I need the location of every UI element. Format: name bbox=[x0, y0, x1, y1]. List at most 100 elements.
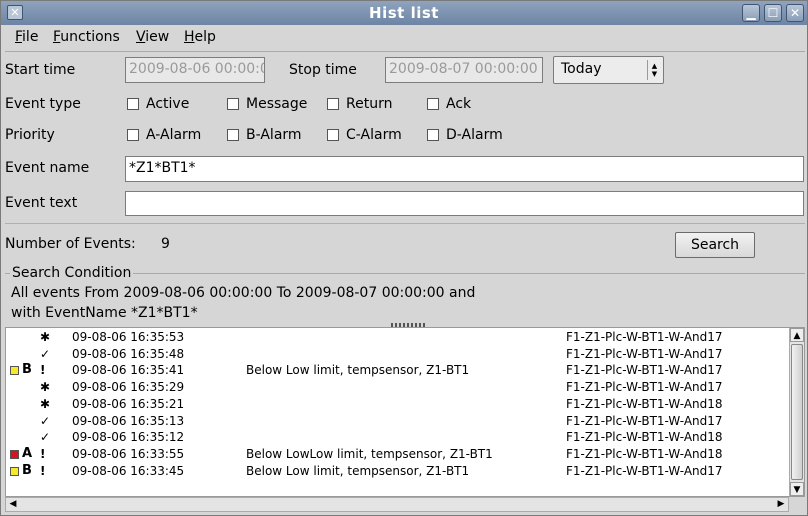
event-text: Below LowLow limit, tempsensor, Z1-BT1 bbox=[246, 446, 493, 461]
event-name: F1-Z1-Plc-W-BT1-W-And17 bbox=[566, 363, 723, 378]
checkbox-ack[interactable] bbox=[427, 98, 439, 110]
event-name: F1-Z1-Plc-W-BT1-W-And17 bbox=[566, 380, 723, 395]
checkbox-active-label: Active bbox=[146, 96, 190, 112]
event-time: 09-08-06 16:35:48 bbox=[72, 346, 185, 361]
event-name: F1-Z1-Plc-W-BT1-W-And18 bbox=[566, 396, 723, 411]
menu-view[interactable]: View bbox=[136, 29, 169, 45]
event-time: 09-08-06 16:35:13 bbox=[72, 413, 185, 428]
priority-color-icon bbox=[10, 466, 19, 476]
event-type-icon: ✓ bbox=[40, 346, 51, 361]
search-condition-group: Search Condition All events From 2009-08… bbox=[5, 265, 805, 327]
minimize-button[interactable]: ▁ bbox=[742, 4, 760, 22]
event-row[interactable]: B! 09-08-06 16:33:45 Below Low limit, temp… bbox=[6, 463, 790, 480]
start-time-input[interactable]: 2009-08-06 00:00:0 bbox=[125, 57, 265, 83]
event-type-icon: ! bbox=[40, 463, 46, 478]
number-of-events-label: Number of Events: bbox=[5, 236, 136, 252]
event-text-label: Event text bbox=[5, 195, 78, 211]
event-row[interactable]: ✱ 09-08-06 16:35:29 F1-Z1-Plc-W-BT1-W-And1… bbox=[6, 379, 790, 396]
event-type-icon: ✱ bbox=[40, 330, 51, 344]
priority-color-icon bbox=[10, 449, 19, 459]
event-row[interactable]: ✱ 09-08-06 16:35:21 F1-Z1-Plc-W-BT1-W-And1… bbox=[6, 396, 790, 413]
event-name: F1-Z1-Plc-W-BT1-W-And18 bbox=[566, 446, 723, 461]
event-time: 09-08-06 16:33:55 bbox=[72, 446, 185, 461]
event-row[interactable]: ✱ 09-08-06 16:35:53 F1-Z1-Plc-W-BT1-W-And1… bbox=[6, 329, 790, 346]
stop-time-label: Stop time bbox=[289, 62, 357, 78]
maximize-button[interactable]: ☐ bbox=[764, 4, 782, 22]
event-time: 09-08-06 16:35:53 bbox=[72, 330, 185, 344]
spin-arrows-icon: ▲ ▼ bbox=[647, 60, 661, 80]
checkbox-ack-label: Ack bbox=[446, 96, 472, 112]
priority-label: Priority bbox=[5, 127, 55, 143]
title-bar[interactable]: ✕ Hist list ▁ ☐ ✕ bbox=[1, 1, 807, 25]
event-type-label: Event type bbox=[5, 96, 81, 112]
checkbox-d-alarm[interactable] bbox=[427, 129, 439, 141]
checkbox-d-alarm-label: D-Alarm bbox=[446, 127, 503, 143]
hist-list-window: ✕ Hist list ▁ ☐ ✕ File Functions View He… bbox=[0, 0, 808, 516]
search-condition-line2: with EventName *Z1*BT1* bbox=[11, 305, 198, 321]
event-name-input[interactable]: *Z1*BT1* bbox=[125, 156, 804, 182]
event-name: F1-Z1-Plc-W-BT1-W-And17 bbox=[566, 413, 723, 428]
event-row[interactable]: A! 09-08-06 16:33:55 Below LowLow limit, t… bbox=[6, 446, 790, 463]
menu-file[interactable]: File bbox=[15, 29, 38, 45]
checkbox-message-label: Message bbox=[246, 96, 308, 112]
search-condition-line1: All events From 2009-08-06 00:00:00 To 2… bbox=[11, 285, 476, 301]
menu-bar: File Functions View Help bbox=[5, 25, 805, 52]
menu-help[interactable]: Help bbox=[184, 29, 216, 45]
event-text: Below Low limit, tempsensor, Z1-BT1 bbox=[246, 363, 470, 378]
scroll-up-icon[interactable]: ▲ bbox=[790, 328, 804, 342]
priority-letter: B bbox=[22, 362, 32, 378]
checkbox-b-alarm[interactable] bbox=[227, 129, 239, 141]
event-time: 09-08-06 16:35:21 bbox=[72, 396, 185, 411]
checkbox-active[interactable] bbox=[127, 98, 139, 110]
checkbox-c-alarm[interactable] bbox=[327, 129, 339, 141]
event-text: Below Low limit, tempsensor, Z1-BT1 bbox=[246, 463, 470, 478]
scroll-down-icon[interactable]: ▼ bbox=[790, 482, 804, 496]
checkbox-c-alarm-label: C-Alarm bbox=[346, 127, 402, 143]
event-time: 09-08-06 16:35:41 bbox=[72, 363, 185, 378]
close-button[interactable]: ✕ bbox=[786, 4, 804, 22]
window-title: Hist list bbox=[369, 4, 439, 22]
search-condition-title: Search Condition bbox=[10, 265, 134, 281]
event-text-input[interactable] bbox=[125, 191, 804, 216]
event-time: 09-08-06 16:35:29 bbox=[72, 380, 185, 395]
checkbox-return[interactable] bbox=[327, 98, 339, 110]
event-row[interactable]: ✓ 09-08-06 16:35:12 F1-Z1-Plc-W-BT1-W-And1… bbox=[6, 429, 790, 446]
checkbox-a-alarm[interactable] bbox=[127, 129, 139, 141]
stop-time-input[interactable]: 2009-08-07 00:00:00 bbox=[385, 57, 543, 83]
event-time: 09-08-06 16:35:12 bbox=[72, 430, 185, 445]
event-row[interactable]: ✓ 09-08-06 16:35:13 F1-Z1-Plc-W-BT1-W-And1… bbox=[6, 413, 790, 430]
checkbox-a-alarm-label: A-Alarm bbox=[146, 127, 202, 143]
event-name-label: Event name bbox=[5, 160, 90, 176]
event-type-icon: ! bbox=[40, 446, 46, 461]
event-name: F1-Z1-Plc-W-BT1-W-And17 bbox=[566, 330, 723, 344]
event-name: F1-Z1-Plc-W-BT1-W-And17 bbox=[566, 463, 723, 478]
checkbox-message[interactable] bbox=[227, 98, 239, 110]
menu-functions[interactable]: Functions bbox=[53, 29, 120, 45]
scroll-left-icon[interactable]: ◀ bbox=[6, 498, 20, 511]
checkbox-return-label: Return bbox=[346, 96, 393, 112]
checkbox-b-alarm-label: B-Alarm bbox=[246, 127, 302, 143]
event-time: 09-08-06 16:33:45 bbox=[72, 463, 185, 478]
event-type-icon: ✓ bbox=[40, 413, 51, 428]
priority-letter: A bbox=[22, 445, 33, 461]
period-select-value: Today bbox=[561, 61, 602, 77]
vertical-scrollbar[interactable]: ▲ ▼ bbox=[789, 328, 804, 496]
event-list[interactable]: ✱ 09-08-06 16:35:53 F1-Z1-Plc-W-BT1-W-And1… bbox=[5, 327, 805, 497]
event-row[interactable]: B! 09-08-06 16:35:41 Below Low limit, temp… bbox=[6, 362, 790, 379]
event-name: F1-Z1-Plc-W-BT1-W-And18 bbox=[566, 430, 723, 445]
horizontal-scrollbar[interactable]: ◀ ▶ bbox=[5, 497, 789, 512]
scroll-thumb[interactable] bbox=[791, 344, 803, 480]
search-button[interactable]: Search bbox=[675, 232, 755, 258]
scroll-right-icon[interactable]: ▶ bbox=[774, 498, 788, 511]
separator bbox=[5, 223, 805, 224]
event-type-icon: ! bbox=[40, 363, 46, 378]
event-type-icon: ✱ bbox=[40, 380, 51, 395]
priority-letter: B bbox=[22, 462, 32, 478]
number-of-events-value: 9 bbox=[161, 236, 170, 252]
event-name: F1-Z1-Plc-W-BT1-W-And17 bbox=[566, 346, 723, 361]
event-row[interactable]: ✓ 09-08-06 16:35:48 F1-Z1-Plc-W-BT1-W-And1… bbox=[6, 346, 790, 363]
period-select[interactable]: Today ▲ ▼ bbox=[553, 56, 664, 84]
priority-color-icon bbox=[10, 366, 19, 376]
event-type-icon: ✓ bbox=[40, 430, 51, 445]
event-type-icon: ✱ bbox=[40, 396, 51, 411]
